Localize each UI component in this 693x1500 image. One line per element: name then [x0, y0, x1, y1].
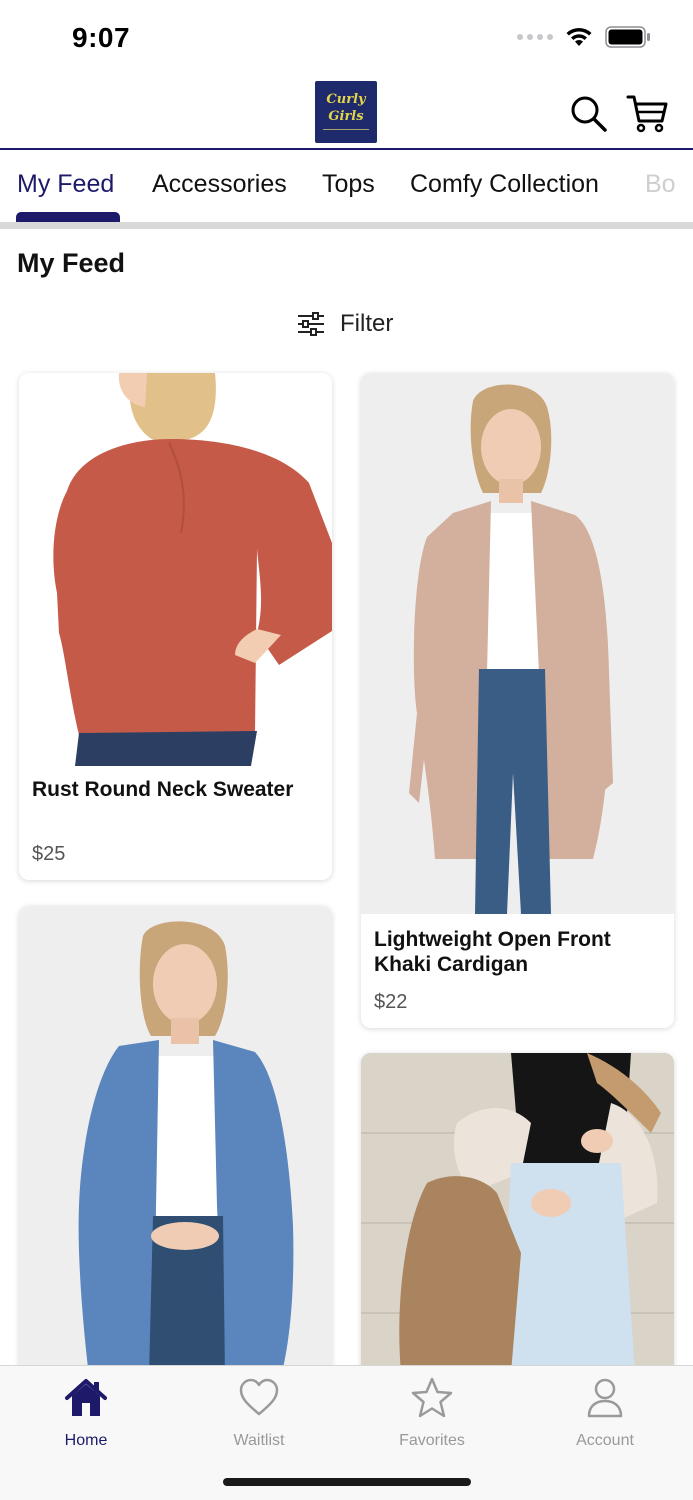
- product-title: Lightweight Open Front Khaki Cardigan: [374, 928, 611, 976]
- home-icon: [65, 1379, 107, 1416]
- tabbar-account-label: Account: [576, 1432, 634, 1449]
- category-tabs: My Feed Accessories Tops Comfy Collectio…: [0, 150, 693, 222]
- header-actions: [567, 92, 669, 136]
- tabbar-favorites-label: Favorites: [399, 1432, 465, 1449]
- product-card[interactable]: [361, 1053, 674, 1373]
- status-icons: [517, 26, 651, 48]
- heart-icon: [239, 1378, 279, 1416]
- home-indicator: [223, 1478, 471, 1486]
- logo-rule: [323, 129, 369, 133]
- page-title: My Feed: [17, 248, 126, 278]
- tab-accessories[interactable]: Accessories: [152, 170, 287, 199]
- cart-button[interactable]: [625, 92, 669, 136]
- product-title: Rust Round Neck Sweater: [32, 778, 294, 801]
- app-header: Curly Girls: [0, 80, 693, 150]
- tab-bo[interactable]: Bo: [645, 170, 676, 199]
- tabbar-home-label: Home: [64, 1432, 108, 1449]
- tabs-divider: [0, 222, 693, 229]
- tab-comfy-collection[interactable]: Comfy Collection: [410, 170, 599, 199]
- wifi-icon: [566, 27, 592, 46]
- product-price: $25: [32, 843, 66, 865]
- product-image: [19, 373, 332, 766]
- filter-label: Filter: [340, 310, 394, 337]
- search-button[interactable]: [567, 92, 611, 136]
- status-time: 9:07: [72, 22, 131, 53]
- tabbar-favorites[interactable]: Favorites: [372, 1374, 492, 1454]
- tabbar-home[interactable]: Home: [26, 1374, 146, 1454]
- cart-icon: [626, 95, 668, 133]
- search-icon: [571, 96, 607, 132]
- active-tab-indicator: [16, 212, 120, 222]
- product-price: $22: [374, 991, 408, 1013]
- tab-my-feed[interactable]: My Feed: [17, 170, 114, 199]
- status-bar: 9:07: [0, 0, 693, 80]
- logo-text: Curly Girls: [326, 92, 366, 124]
- product-card[interactable]: [19, 906, 332, 1376]
- product-card[interactable]: Rust Round Neck Sweater $25: [19, 373, 332, 880]
- product-image: [19, 906, 332, 1376]
- star-icon: [411, 1377, 453, 1418]
- tabbar-waitlist[interactable]: Waitlist: [199, 1374, 319, 1454]
- brand-logo[interactable]: Curly Girls: [315, 81, 377, 143]
- battery-icon: [605, 26, 650, 48]
- tab-tops[interactable]: Tops: [322, 170, 375, 199]
- product-card[interactable]: Lightweight Open Front Khaki Cardigan $2…: [361, 373, 674, 1028]
- product-image: [361, 373, 674, 914]
- sliders-icon: [298, 312, 324, 336]
- signal-icon: [517, 34, 553, 40]
- tabbar-waitlist-label: Waitlist: [233, 1432, 285, 1449]
- filter-button[interactable]: Filter: [296, 310, 393, 338]
- person-icon: [587, 1378, 623, 1418]
- product-image: [361, 1053, 674, 1373]
- tabbar-account[interactable]: Account: [545, 1374, 665, 1454]
